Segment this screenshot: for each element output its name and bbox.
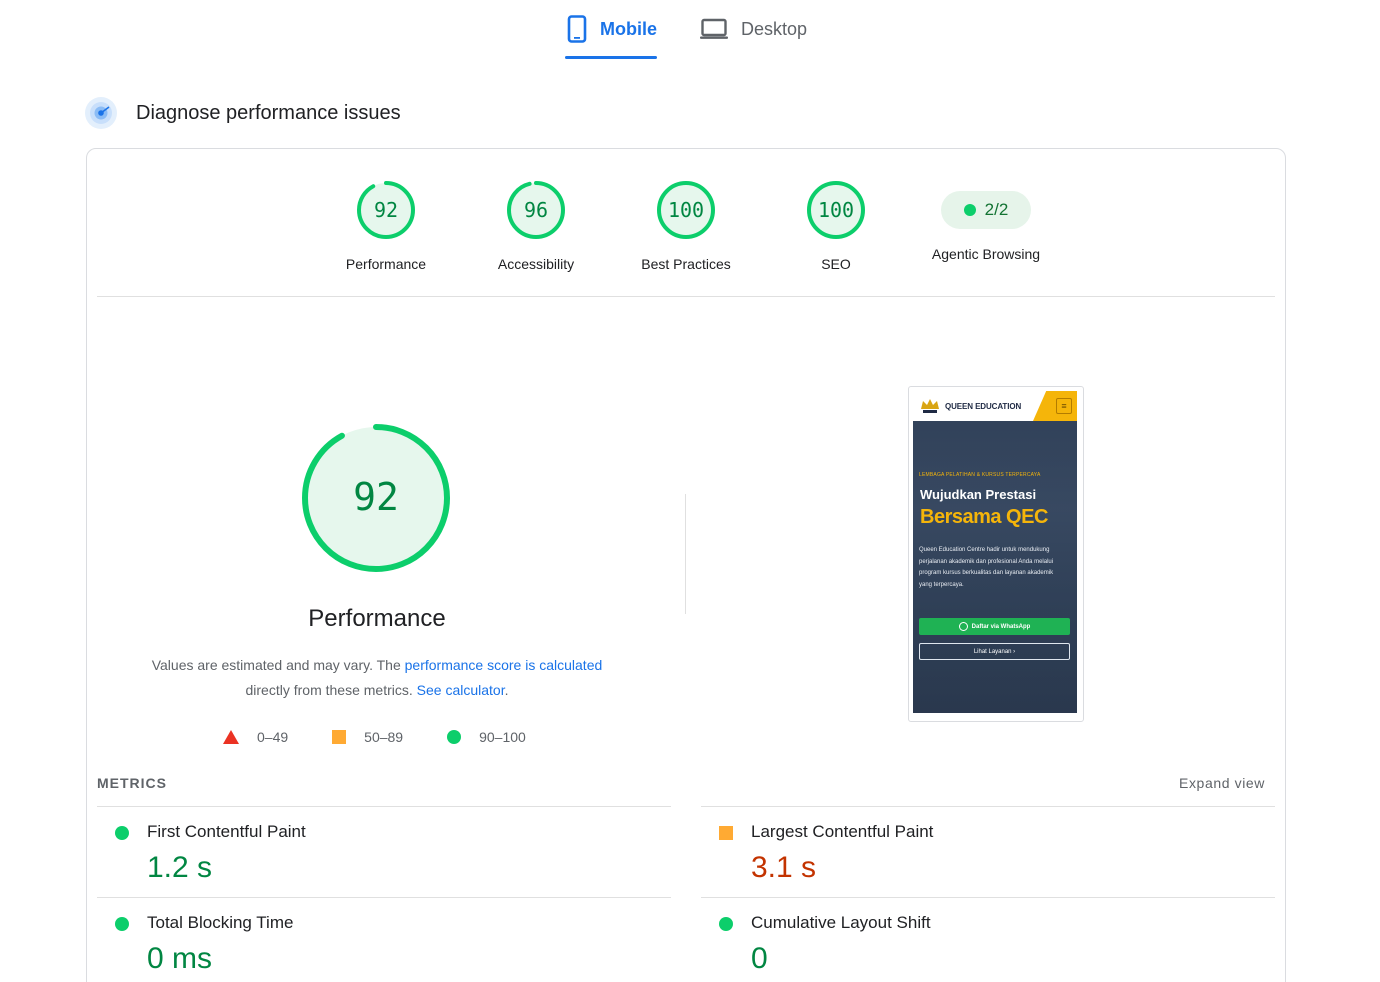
pass-circle-icon xyxy=(115,826,129,840)
gauge-accessibility[interactable]: 96 Accessibility xyxy=(471,179,601,273)
metric-cls-name: Cumulative Layout Shift xyxy=(751,913,931,932)
report-card: 92 Performance 96 Accessibility 100 Best… xyxy=(86,148,1286,982)
vertical-divider xyxy=(685,494,686,614)
pass-circle-icon xyxy=(115,917,129,931)
crown-logo-icon xyxy=(919,397,941,415)
note-text-1: Values are estimated and may vary. The xyxy=(151,657,405,673)
average-square-icon xyxy=(332,730,347,744)
smartphone-icon xyxy=(565,14,588,44)
screenshot-services-label: Lihat Layanan › xyxy=(973,648,1016,655)
screenshot-whatsapp-label: Daftar via WhatsApp xyxy=(971,623,1031,630)
gauge-best-practices-ring: 100 xyxy=(657,181,715,239)
tab-mobile-label: Mobile xyxy=(600,19,657,39)
expand-view-button[interactable]: Expand view xyxy=(1179,775,1265,791)
category-gauges: 92 Performance 96 Accessibility 100 Best… xyxy=(87,179,1287,279)
active-tab-indicator xyxy=(565,56,657,59)
metric-lcp: Largest Contentful Paint 3.1 s xyxy=(701,806,1275,897)
performance-score: 92 xyxy=(353,475,399,519)
screenshot-hero: LEMBAGA PELATIHAN & KURSUS TERPERCAYA Wu… xyxy=(913,421,1077,713)
pass-circle-icon xyxy=(447,730,462,744)
pass-circle-icon xyxy=(719,917,733,931)
metric-lcp-name: Largest Contentful Paint xyxy=(751,822,934,841)
tab-desktop-label: Desktop xyxy=(741,19,808,39)
screenshot-whatsapp-button: Daftar via WhatsApp xyxy=(919,618,1070,635)
tab-desktop[interactable]: Desktop xyxy=(699,14,819,60)
screenshot-content: LEMBAGA PELATIHAN & KURSUS TERPERCAYA Wu… xyxy=(913,391,1077,713)
agentic-browsing[interactable]: 2/2 Agentic Browsing xyxy=(921,179,1051,263)
gauge-accessibility-score: 96 xyxy=(524,198,548,222)
gauge-accessibility-ring: 96 xyxy=(507,181,565,239)
gauge-best-practices-label: Best Practices xyxy=(641,256,731,272)
agentic-label: Agentic Browsing xyxy=(931,246,1041,262)
screenshot-headline-accent: Bersama QEC xyxy=(920,506,1048,528)
gauge-seo-ring: 100 xyxy=(807,181,865,239)
diagnose-header: Diagnose performance issues xyxy=(85,96,401,130)
screenshot-headline: Wujudkan Prestasi xyxy=(920,487,1037,502)
legend-average-label: 50–89 xyxy=(364,729,404,745)
average-square-icon xyxy=(719,826,733,840)
metrics-heading: METRICS xyxy=(97,775,167,791)
section-title: Diagnose performance issues xyxy=(136,101,401,124)
hamburger-icon: ≡ xyxy=(1056,398,1072,414)
metric-cls-value: 0 xyxy=(751,942,768,975)
score-calculated-link[interactable]: performance score is calculated xyxy=(405,657,603,673)
whatsapp-icon xyxy=(958,622,968,631)
screenshot-services-button: Lihat Layanan › xyxy=(919,643,1070,660)
gauge-performance-score: 92 xyxy=(374,198,398,222)
metric-fcp: First Contentful Paint 1.2 s xyxy=(97,806,671,897)
gauge-seo-label: SEO xyxy=(821,256,851,272)
note-text-end: . xyxy=(504,682,509,698)
metric-tbt: Total Blocking Time 0 ms xyxy=(97,897,671,982)
device-tabs: Mobile Desktop xyxy=(0,0,1380,62)
gauge-performance-ring: 92 xyxy=(357,181,415,239)
screenshot-description: Queen Education Centre hadir untuk mendu… xyxy=(919,547,1054,588)
metric-tbt-name: Total Blocking Time xyxy=(147,913,294,932)
legend-fail: 0–49 xyxy=(223,729,288,745)
screenshot-brand: QUEEN EDUCATION xyxy=(945,401,1022,411)
gauge-best-practices-score: 100 xyxy=(668,198,704,222)
performance-title: Performance xyxy=(308,605,446,632)
page-screenshot[interactable]: LEMBAGA PELATIHAN & KURSUS TERPERCAYA Wu… xyxy=(908,386,1084,722)
see-calculator-link[interactable]: See calculator xyxy=(417,682,505,698)
metric-fcp-name: First Contentful Paint xyxy=(147,822,306,841)
metric-lcp-value: 3.1 s xyxy=(751,851,817,884)
gauge-seo-score: 100 xyxy=(818,198,854,222)
gauge-performance-label: Performance xyxy=(345,256,427,272)
metric-cls: Cumulative Layout Shift 0 xyxy=(701,897,1275,982)
metric-fcp-value: 1.2 s xyxy=(147,851,213,884)
divider xyxy=(97,296,1275,297)
screenshot-navbar: QUEEN EDUCATION ≡ xyxy=(913,391,1077,421)
legend-average: 50–89 xyxy=(332,729,403,745)
legend-pass-label: 90–100 xyxy=(479,729,526,745)
metric-tbt-value: 0 ms xyxy=(147,942,213,975)
fail-triangle-icon xyxy=(223,730,239,744)
laptop-icon xyxy=(699,14,729,44)
legend-pass: 90–100 xyxy=(447,729,526,745)
agentic-badge: 2/2 xyxy=(941,191,1031,229)
legend-fail-label: 0–49 xyxy=(257,729,289,745)
gauge-best-practices[interactable]: 100 Best Practices xyxy=(621,179,751,273)
performance-note: Values are estimated and may vary. The p… xyxy=(127,653,627,703)
gauge-performance[interactable]: 92 Performance xyxy=(321,179,451,273)
radar-icon xyxy=(85,97,117,129)
screenshot-tagline: LEMBAGA PELATIHAN & KURSUS TERPERCAYA xyxy=(919,472,1041,478)
agentic-count: 2/2 xyxy=(984,200,1009,219)
tab-mobile[interactable]: Mobile xyxy=(565,14,657,60)
pass-dot-icon xyxy=(963,204,976,216)
gauge-accessibility-label: Accessibility xyxy=(497,256,575,272)
score-legend: 0–49 50–89 90–100 xyxy=(223,727,526,747)
performance-gauge: 92 xyxy=(302,424,450,572)
note-text-2: directly from these metrics. xyxy=(245,682,417,698)
gauge-seo[interactable]: 100 SEO xyxy=(771,179,901,273)
